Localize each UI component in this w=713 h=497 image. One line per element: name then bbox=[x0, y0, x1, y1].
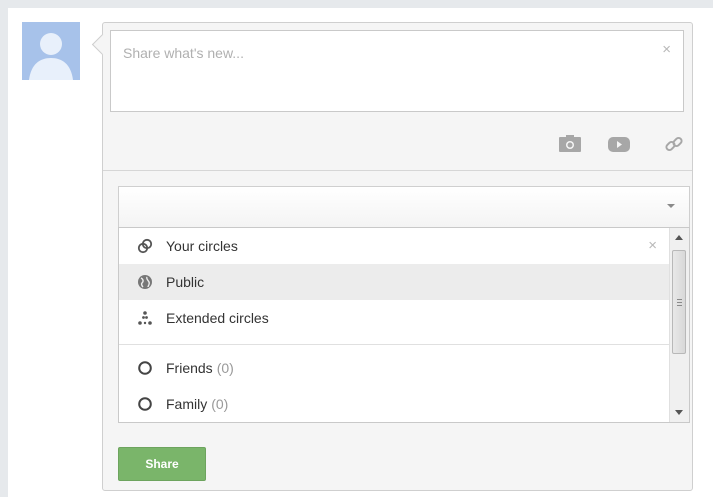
compose-textbox[interactable]: Share what's new... × bbox=[110, 30, 684, 112]
close-icon[interactable]: × bbox=[648, 237, 657, 254]
add-video-button[interactable] bbox=[606, 131, 632, 157]
menu-item-label: Your circles bbox=[166, 238, 238, 254]
menu-item-label: Public bbox=[166, 274, 205, 290]
circles-icon bbox=[137, 238, 153, 254]
compose-placeholder: Share what's new... bbox=[123, 45, 244, 61]
audience-input[interactable] bbox=[118, 186, 690, 228]
menu-item-friends[interactable]: Friends (0) bbox=[119, 350, 669, 386]
page: Share what's new... × Your circles × Pub… bbox=[8, 8, 713, 497]
grip-line bbox=[677, 299, 682, 300]
menu-item-name: Friends bbox=[166, 360, 213, 376]
menu-item-public[interactable]: Public bbox=[119, 264, 669, 300]
circle-outline-icon bbox=[138, 397, 152, 411]
video-play-icon bbox=[608, 137, 630, 152]
menu-item-extended-circles[interactable]: Extended circles bbox=[119, 300, 669, 336]
add-link-button[interactable] bbox=[662, 131, 686, 157]
menu-divider bbox=[119, 344, 669, 345]
default-profile-silhouette-icon bbox=[29, 33, 73, 80]
share-box: Share what's new... × Your circles × Pub… bbox=[91, 22, 693, 491]
section-divider bbox=[103, 170, 692, 171]
link-chain-icon bbox=[665, 136, 683, 152]
circle-outline-icon bbox=[138, 361, 152, 375]
scroll-down-arrow-icon[interactable] bbox=[675, 410, 683, 415]
menu-item-name: Family bbox=[166, 396, 208, 412]
menu-item-label: Friends (0) bbox=[166, 360, 234, 376]
add-photo-button[interactable] bbox=[557, 131, 583, 157]
menu-item-count: (0) bbox=[216, 360, 234, 376]
share-button[interactable]: Share bbox=[118, 447, 206, 481]
audience-dropdown: Your circles × Public Extended circles F… bbox=[118, 227, 690, 423]
avatar bbox=[22, 22, 80, 80]
menu-item-count: (0) bbox=[211, 396, 229, 412]
grip-line bbox=[677, 305, 682, 306]
scroll-up-arrow-icon[interactable] bbox=[675, 235, 683, 240]
menu-item-family[interactable]: Family (0) bbox=[119, 386, 669, 422]
scrollbar-thumb[interactable] bbox=[672, 250, 686, 354]
extended-circles-icon bbox=[138, 311, 152, 325]
menu-item-label: Extended circles bbox=[166, 310, 269, 326]
menu-item-your-circles[interactable]: Your circles × bbox=[119, 228, 669, 264]
compose-close-icon[interactable]: × bbox=[662, 42, 671, 58]
globe-icon bbox=[138, 275, 152, 289]
dropdown-scrollbar[interactable] bbox=[669, 228, 689, 422]
chevron-down-icon[interactable] bbox=[667, 204, 675, 208]
grip-line bbox=[677, 302, 682, 303]
menu-item-label: Family (0) bbox=[166, 396, 228, 412]
camera-icon bbox=[559, 135, 581, 152]
